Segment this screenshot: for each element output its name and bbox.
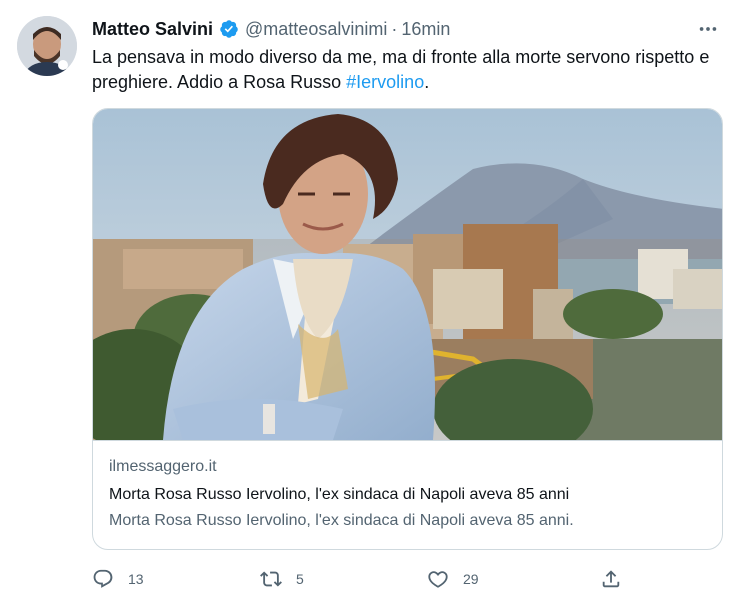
author-name[interactable]: Matteo Salvini	[92, 19, 213, 40]
tweet-header: Matteo Salvini @matteosalvinimi · 16min	[92, 15, 723, 43]
card-image[interactable]	[93, 109, 722, 440]
author-avatar[interactable]	[17, 16, 77, 76]
reply-icon	[93, 569, 113, 588]
reply-count: 13	[128, 571, 144, 587]
card-body[interactable]: ilmessaggero.it Morta Rosa Russo Iervoli…	[93, 440, 722, 549]
tweet-text-end: .	[424, 72, 430, 92]
heart-icon	[428, 571, 448, 588]
reply-button[interactable]: 13	[92, 563, 144, 595]
retweet-count: 5	[296, 571, 304, 587]
like-count: 29	[463, 571, 479, 587]
separator-dot: ·	[391, 18, 398, 39]
avatar-image	[17, 16, 77, 76]
share-button[interactable]	[600, 563, 622, 595]
retweet-icon	[260, 571, 282, 587]
hashtag-link[interactable]: #Iervolino	[346, 72, 424, 92]
share-icon	[602, 570, 620, 588]
like-button[interactable]: 29	[427, 563, 479, 595]
tweet-timestamp[interactable]: 16min	[401, 19, 450, 40]
card-description: Morta Rosa Russo Iervolino, l'ex sindaca…	[109, 512, 574, 529]
verified-badge-icon	[219, 19, 239, 39]
tweet-actions: 13 5 29	[92, 563, 732, 595]
card-photo	[93, 109, 722, 440]
retweet-button[interactable]: 5	[260, 563, 304, 595]
author-handle[interactable]: @matteosalvinimi	[245, 19, 387, 40]
more-options-icon[interactable]	[693, 15, 723, 43]
tweet-text: La pensava in modo diverso da me, ma di …	[92, 45, 732, 95]
link-preview-card[interactable]: ilmessaggero.it Morta Rosa Russo Iervoli…	[92, 108, 723, 550]
card-domain: ilmessaggero.it	[109, 458, 217, 475]
card-title: Morta Rosa Russo Iervolino, l'ex sindaca…	[109, 486, 570, 503]
